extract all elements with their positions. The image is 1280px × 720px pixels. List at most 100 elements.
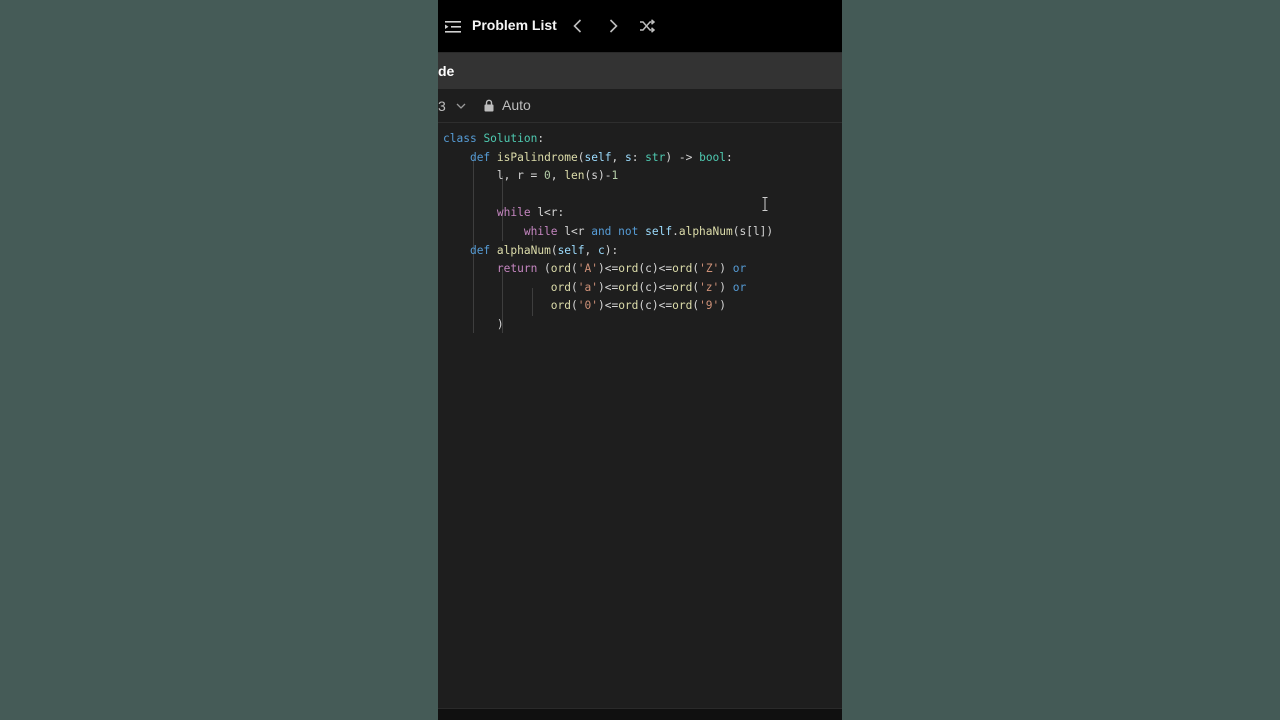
code-token: ord (550, 281, 571, 294)
code-token: class (443, 132, 477, 145)
code-line: while l<r: (443, 204, 564, 222)
code-token: (s[l]) (732, 225, 774, 238)
code-token: ( (537, 262, 551, 275)
code-token: self (557, 244, 585, 257)
code-token: , (584, 244, 598, 257)
code-line: while l<r and not self.alphaNum(s[l]) (443, 223, 773, 241)
code-token: ord (618, 262, 639, 275)
language-selector[interactable]: 3 (438, 98, 446, 114)
chevron-down-icon[interactable] (455, 100, 467, 112)
left-backdrop (0, 0, 438, 720)
list-indent-icon[interactable] (445, 19, 461, 35)
right-backdrop (842, 0, 1280, 720)
code-token: 'Z' (699, 262, 720, 275)
code-token: , (611, 151, 625, 164)
code-token: def (469, 151, 491, 164)
code-token: (s)- (584, 169, 612, 182)
code-token: isPalindrome (496, 151, 578, 164)
code-token: l, r = (443, 169, 545, 182)
code-token: self (584, 151, 612, 164)
code-token: def (469, 244, 491, 257)
lock-icon (484, 99, 494, 112)
code-token: ) (719, 262, 733, 275)
code-line: l, r = 0, len(s)-1 (443, 167, 618, 185)
code-token: str (645, 151, 666, 164)
code-token: . (672, 225, 679, 238)
code-token: (c)<= (638, 262, 673, 275)
code-token: while (496, 206, 531, 219)
code-token: ( (550, 244, 558, 257)
leetcode-panel: Problem List de 3 Auto class Solution: d… (438, 0, 842, 720)
code-token: self (645, 225, 673, 238)
code-token: 'a' (577, 281, 598, 294)
code-token: : (726, 151, 733, 164)
shuffle-icon[interactable] (639, 18, 655, 34)
code-token: l<r (557, 225, 592, 238)
code-token: and (591, 225, 612, 238)
tab-code[interactable]: de (438, 63, 454, 79)
auto-mode-label[interactable]: Auto (502, 97, 531, 113)
code-token: 'z' (699, 281, 720, 294)
code-line: return (ord('A')<=ord(c)<=ord('Z') or (443, 260, 746, 278)
code-editor[interactable]: class Solution: def isPalindrome(self, s… (438, 130, 842, 705)
code-token: '0' (577, 299, 598, 312)
top-navbar: Problem List (438, 0, 842, 53)
code-token: )<= (597, 281, 619, 294)
code-token: or (732, 262, 747, 275)
code-token: : (631, 151, 646, 164)
editor-toolbar: 3 Auto (438, 89, 842, 123)
code-token: while (523, 225, 558, 238)
code-token: : (537, 132, 545, 145)
code-line: ) (443, 316, 504, 334)
code-token: alphaNum (496, 244, 551, 257)
code-token: ): (604, 244, 619, 257)
code-token: 1 (611, 169, 619, 182)
code-token: l<r: (530, 206, 565, 219)
code-token: , (550, 169, 565, 182)
code-token: c (598, 244, 605, 257)
code-token: ( (571, 262, 578, 275)
code-token: alphaNum (678, 225, 733, 238)
code-token: )<= (597, 299, 619, 312)
code-token: not (618, 225, 639, 238)
code-token: len (564, 169, 585, 182)
mouse-ibeam-cursor-icon (762, 197, 768, 211)
code-token: ord (550, 262, 572, 275)
code-token: ord (618, 281, 639, 294)
code-token: ( (577, 151, 585, 164)
code-token: ord (672, 299, 693, 312)
code-line: ord('a')<=ord(c)<=ord('z') or (443, 279, 746, 297)
code-token: ) (719, 299, 727, 312)
code-token: ord (672, 281, 693, 294)
code-tab-bar: de (438, 53, 842, 89)
code-token: 0 (544, 169, 551, 182)
code-token: (c)<= (638, 281, 673, 294)
code-token: 'A' (577, 262, 598, 275)
code-token: return (496, 262, 538, 275)
code-token: ord (618, 299, 639, 312)
code-line: def alphaNum(self, c): (443, 242, 618, 260)
chevron-right-icon[interactable] (605, 18, 621, 34)
problem-list-title[interactable]: Problem List (472, 17, 557, 33)
code-token: ( (571, 281, 578, 294)
code-token: ) (443, 318, 504, 331)
bottom-panel-edge (438, 708, 842, 720)
chevron-left-icon[interactable] (570, 18, 586, 34)
code-line: ord('0')<=ord(c)<=ord('9') (443, 297, 726, 315)
code-token: ord (550, 299, 571, 312)
code-token: ) -> (665, 151, 700, 164)
code-token: '9' (699, 299, 720, 312)
code-line: def isPalindrome(self, s: str) -> bool: (443, 149, 733, 167)
code-token: s (624, 151, 632, 164)
code-token: (c)<= (638, 299, 673, 312)
code-token: )<= (597, 262, 619, 275)
